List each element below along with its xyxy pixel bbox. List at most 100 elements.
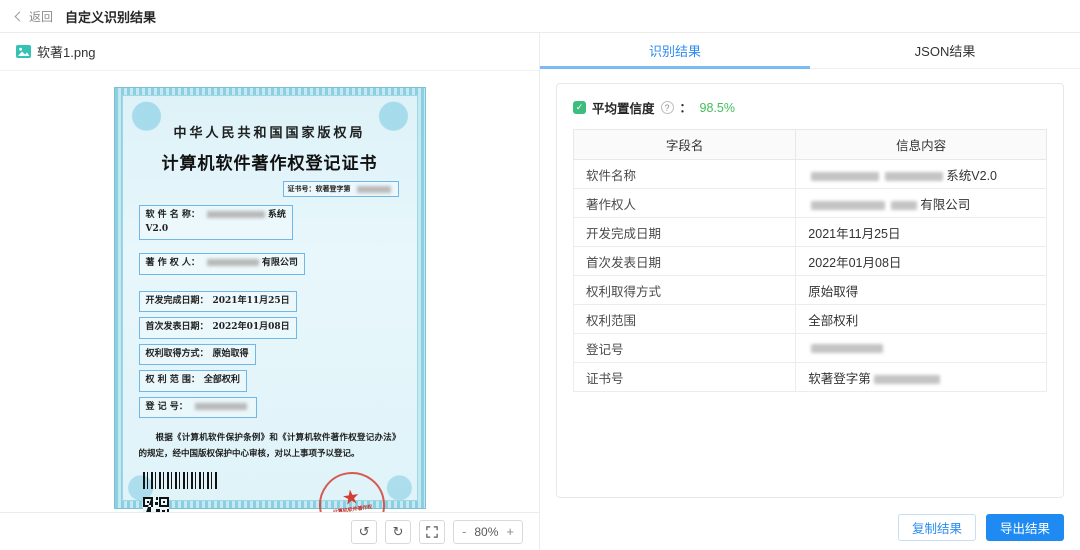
confidence-check-icon: ✓ [573,101,586,114]
field-value-cell: 2021年11月25日 [796,218,1047,247]
value-text: 2021年11月25日 [213,296,290,306]
zoom-level: 80% [474,525,498,539]
confidence-row: ✓ 平均置信度 ? ： 98.5% [573,98,1047,117]
result-panel-body: ✓ 平均置信度 ? ： 98.5% 字段名 信息内容 软件 [540,69,1080,510]
redacted-text [207,211,265,218]
page-title: 自定义识别结果 [65,7,156,26]
main: 软著1.png 中华人民共和国国家版权局 计算机软件著作权登记证书 证书号：软著… [0,33,1080,550]
qr-code [143,497,169,512]
copy-result-button[interactable]: 复制结果 [898,514,976,541]
cert-field: 首次发表日期： 2022年01月08日 [139,317,297,339]
field-value-cell: 有限公司 [796,189,1047,218]
cert-field: 著 作 权 人： 有限公司 [139,253,305,275]
value-text: 原始取得 [808,285,858,299]
rotate-left-button[interactable]: ↺ [351,520,377,544]
file-name: 软著1.png [37,42,96,61]
certificate-statement: 根据《计算机软件保护条例》和《计算机软件著作权登记办法》的规定，经中国版权保护中… [139,430,401,462]
tab-recognition-result[interactable]: 识别结果 [540,33,810,68]
field-value-cell: 软著登字第 [796,363,1047,392]
redacted-text [207,259,259,266]
back-button[interactable]: 返回 [16,8,53,25]
field-name-cell: 首次发表日期 [574,247,796,276]
field-value-cell [796,334,1047,363]
cert-field-label: 权 利 范 围： [146,375,200,385]
zoom-in-button[interactable]: + [506,524,514,539]
redacted-text [357,186,391,193]
confidence-label: 平均置信度 [592,98,655,117]
help-icon[interactable]: ? [661,101,674,114]
value-text: 有限公司 [262,258,298,268]
certificate-image: 中华人民共和国国家版权局 计算机软件著作权登记证书 证书号：软著登字第 软 件 … [114,87,426,509]
field-name-cell: 著作权人 [574,189,796,218]
cert-field: 登 记 号： [139,397,257,419]
fullscreen-button[interactable] [419,520,445,544]
zoom-control: - 80% + [453,520,523,544]
table-row: 软件名称 系统V2.0 [574,160,1047,189]
table-row: 证书号软著登字第 [574,363,1047,392]
redacted-text [891,201,917,210]
export-result-button[interactable]: 导出结果 [986,514,1064,541]
table-row: 首次发表日期2022年01月08日 [574,247,1047,276]
cert-field: 软 件 名 称： 系统 V2.0 [139,205,293,240]
field-value-cell: 2022年01月08日 [796,247,1047,276]
back-label: 返回 [29,8,53,25]
field-value-cell: 原始取得 [796,276,1047,305]
cert-field-label: 登 记 号： [146,402,188,412]
value-text: 系统 [268,210,286,220]
field-name-cell: 权利范围 [574,305,796,334]
value-text: 原始取得 [213,349,249,359]
field-name-cell: 证书号 [574,363,796,392]
redacted-text [195,403,247,410]
table-row: 权利范围全部权利 [574,305,1047,334]
table-header-row: 字段名 信息内容 [574,130,1047,160]
redacted-text [874,375,940,384]
certificate-title: 计算机软件著作权登记证书 [139,149,401,174]
cert-field-label: 首次发表日期： [146,322,209,332]
image-file-icon [16,45,31,58]
seal-area: ★ 计算机软件著作权 登记专用章 2022年09月29日 [316,472,389,512]
certificate-bottom: ★ 计算机软件著作权 登记专用章 2022年09月29日 [139,472,401,512]
cert-field-label: 开发完成日期： [146,296,209,306]
rotate-right-button[interactable]: ↻ [385,520,411,544]
zoom-out-button[interactable]: - [462,524,466,539]
redacted-text [885,172,943,181]
table-row: 权利取得方式原始取得 [574,276,1047,305]
result-table-body: 软件名称 系统V2.0 著作权人 有限公司开发完成日期2021年11月25日首次发表日… [574,160,1047,392]
cert-field-label: 权利取得方式： [146,349,209,359]
value-text: 2022年01月08日 [213,322,290,332]
redacted-text [811,201,885,210]
cert-field: 开发完成日期： 2021年11月25日 [139,291,297,313]
cert-field-label: 软 件 名 称： [146,210,200,220]
value-text: V2.0 [146,224,169,234]
certificate-inner: 中华人民共和国国家版权局 计算机软件著作权登记证书 证书号：软著登字第 软 件 … [122,95,418,501]
field-name-cell: 权利取得方式 [574,276,796,305]
value-text: 系统V2.0 [946,169,997,183]
image-toolbar: ↺ ↻ - 80% + [0,512,539,550]
chevron-left-icon [15,11,25,21]
cert-field: 权利取得方式： 原始取得 [139,344,256,366]
field-name-cell: 软件名称 [574,160,796,189]
top-header: 返回 自定义识别结果 [0,0,1080,33]
field-name-cell: 登记号 [574,334,796,363]
value-text: 软著登字第 [808,372,871,386]
result-card: ✓ 平均置信度 ? ： 98.5% 字段名 信息内容 软件 [556,83,1064,498]
certificate-number-row: 证书号：软著登字第 [139,181,399,197]
value-text: 有限公司 [920,198,970,212]
tab-json-result[interactable]: JSON结果 [810,33,1080,68]
table-row: 著作权人 有限公司 [574,189,1047,218]
redacted-text [811,172,879,181]
table-header-field: 字段名 [574,130,796,160]
result-table: 字段名 信息内容 软件名称 系统V2.0 著作权人 有限公司开发完成日期2021年11… [573,129,1047,392]
app: 返回 自定义识别结果 软著1.png 中华人民共和国国家版权局 计算机软件著作权… [0,0,1080,550]
confidence-colon: ： [680,99,692,116]
field-value-cell: 系统V2.0 [796,160,1047,189]
table-row: 开发完成日期2021年11月25日 [574,218,1047,247]
left-panel: 软著1.png 中华人民共和国国家版权局 计算机软件著作权登记证书 证书号：软著… [0,33,540,550]
image-viewport[interactable]: 中华人民共和国国家版权局 计算机软件著作权登记证书 证书号：软著登字第 软 件 … [0,71,539,512]
value-text: 2021年11月25日 [808,227,900,241]
certificate-number-box: 证书号：软著登字第 [283,181,399,197]
confidence-value: 98.5% [700,101,735,115]
table-row: 登记号 [574,334,1047,363]
cert-field-label: 著 作 权 人： [146,258,200,268]
right-panel: 识别结果 JSON结果 ✓ 平均置信度 ? ： 98.5% [540,33,1080,550]
